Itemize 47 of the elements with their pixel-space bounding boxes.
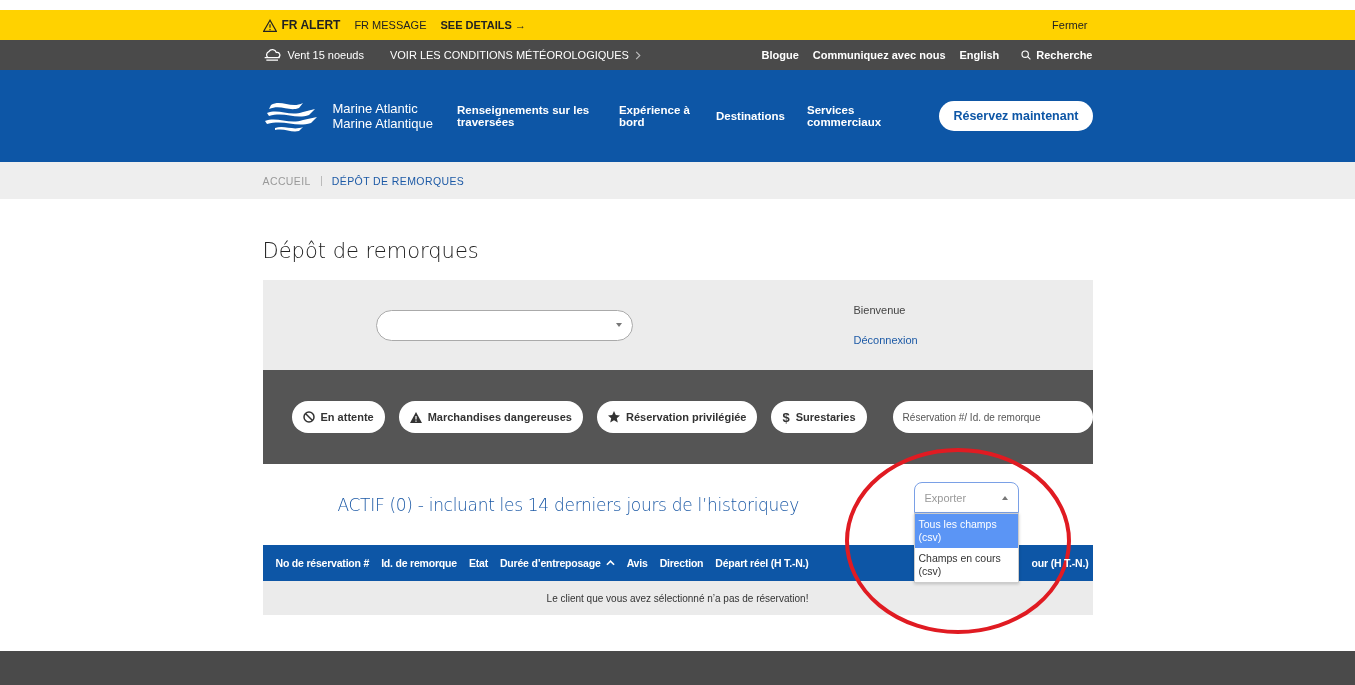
utility-link[interactable]: English (959, 49, 1000, 61)
chevron-right-icon (634, 50, 641, 60)
warning-icon (262, 18, 277, 32)
prohibited-icon (302, 411, 315, 423)
export-option[interactable]: Champs en cours (csv) (914, 548, 1018, 582)
caret-up-icon (1001, 495, 1008, 500)
reservation-search-field[interactable]: Réservation #/ Id. de remorque (892, 401, 1093, 433)
breadcrumb-link[interactable]: DÉPÔT DE REMORQUES (331, 174, 465, 187)
see-details-link[interactable]: SEE DETAILS → (440, 19, 526, 31)
section-title: ACTIF (0) - incluant les 14 derniers jours de l’historiquey (337, 494, 799, 515)
weather-conditions-link[interactable]: VOIR LES CONDITIONS MÉTÉOROLOGIQUES (389, 49, 641, 61)
warning-icon (409, 411, 422, 423)
nav-link[interactable]: Services commerciaux (806, 104, 887, 128)
column-header[interactable]: Etat (468, 557, 488, 569)
search-icon (1021, 50, 1032, 60)
logo-text: Marine Atlantic Marine Atlantique (332, 101, 433, 131)
nav-link[interactable]: Renseignements sur les traversées (456, 104, 597, 128)
alert-label: FR ALERT (281, 18, 341, 32)
customer-select[interactable] (375, 309, 633, 341)
column-header[interactable]: Direction (659, 557, 704, 569)
page-title: Dépôt de remorques (262, 238, 480, 265)
logout-link[interactable]: Déconnexion (853, 334, 918, 346)
close-link[interactable]: Fermer (1052, 19, 1088, 31)
filter-button[interactable]: $ Surestaries (771, 401, 867, 433)
filter-button[interactable]: Marchandises dangereuses (398, 401, 583, 433)
search-link[interactable]: Recherche (1021, 49, 1093, 61)
nav-link[interactable]: Destinations (715, 110, 785, 122)
empty-message: Le client que vous avez sélectionné n’a pas de réservation! (546, 592, 809, 604)
star-icon (608, 411, 620, 423)
caret-down-icon (615, 323, 622, 327)
column-header[interactable]: Départ réel (H T.-N.) (715, 557, 809, 569)
welcome-text: Bienvenue (853, 304, 907, 316)
column-header[interactable]: No de réservation # (275, 557, 370, 569)
book-now-button[interactable]: Réservez maintenant (939, 101, 1093, 131)
column-header[interactable]: Durée d’entreposage (499, 557, 615, 569)
wind-reading: Vent 15 noeuds (287, 49, 364, 61)
column-header[interactable]: Id. de remorque (381, 557, 457, 569)
alert-message: FR MESSAGE (354, 19, 427, 31)
utility-link[interactable]: Blogue (761, 49, 799, 61)
nav-link[interactable]: Expérience à bord (618, 104, 694, 128)
filter-button[interactable]: En attente (291, 401, 385, 433)
filter-button[interactable]: Réservation privilégiée (597, 401, 758, 433)
chevron-up-icon (605, 560, 615, 566)
cloud-wind-icon (262, 49, 283, 61)
column-header[interactable]: Avis (626, 557, 648, 569)
dollar-icon: $ (782, 409, 790, 425)
utility-link[interactable]: Communiquez avec nous (812, 49, 946, 61)
